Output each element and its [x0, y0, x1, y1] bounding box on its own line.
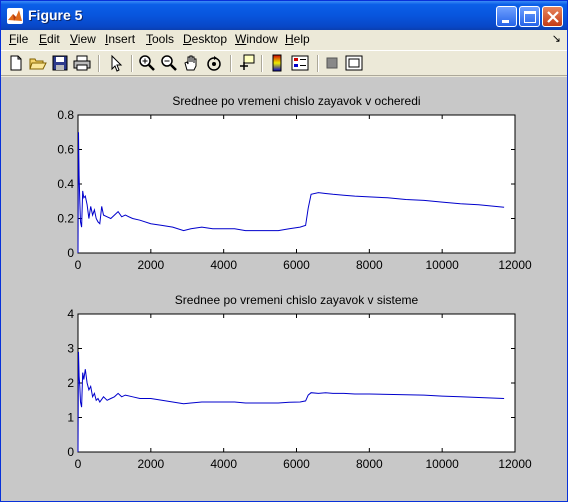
rotate-3d-icon[interactable]	[205, 54, 223, 72]
y-tick-label: 0.4	[57, 177, 74, 191]
colorbar-icon[interactable]	[268, 54, 286, 72]
y-tick-label: 0	[67, 445, 74, 459]
axes-1-box	[77, 114, 516, 254]
figure-toolbar	[1, 50, 567, 76]
y-tick-label: 0	[67, 246, 74, 260]
y-tick-label: 0.8	[57, 108, 74, 122]
print-icon[interactable]	[73, 54, 91, 72]
x-tick-label: 0	[75, 457, 82, 471]
menu-insert[interactable]: Insert	[105, 32, 135, 46]
close-icon	[547, 11, 559, 23]
x-tick-label: 8000	[356, 258, 383, 272]
menu-window[interactable]: Window	[235, 32, 278, 46]
figure-plots: Srednee po vremeni chislo zayavok v oche…	[57, 94, 532, 471]
menu-desktop[interactable]: Desktop	[183, 32, 227, 46]
window-title: Figure 5	[28, 7, 83, 23]
menu-file[interactable]: File	[9, 32, 28, 46]
toolbar-separator	[261, 55, 263, 72]
close-button[interactable]	[542, 6, 563, 27]
new-file-icon[interactable]	[7, 54, 25, 72]
data-cursor-icon[interactable]	[237, 54, 255, 72]
matlab-logo-icon	[7, 8, 23, 24]
minimize-button[interactable]	[496, 6, 517, 27]
chart-1-title: Srednee po vremeni chislo zayavok v oche…	[172, 94, 420, 108]
y-tick-label: 1	[67, 411, 74, 425]
hide-plot-tools-icon[interactable]	[323, 54, 341, 72]
y-tick-label: 2	[67, 376, 74, 390]
y-tick-label: 0.6	[57, 143, 74, 157]
y-tick-label: 4	[67, 307, 74, 321]
legend-icon[interactable]	[291, 54, 309, 72]
menu-bar: File Edit View Insert Tools Desktop Wind…	[1, 30, 567, 49]
menu-edit[interactable]: Edit	[39, 32, 60, 46]
y-tick-label: 3	[67, 342, 74, 356]
x-tick-label: 2000	[137, 258, 164, 272]
maximize-icon	[524, 11, 536, 23]
title-bar[interactable]: Figure 5	[1, 1, 567, 30]
chart-2-title: Srednee po vremeni chislo zayavok v sist…	[175, 293, 419, 307]
x-tick-label: 12000	[498, 457, 532, 471]
x-tick-label: 2000	[137, 457, 164, 471]
save-icon[interactable]	[51, 54, 69, 72]
minimize-icon	[502, 20, 509, 23]
axes-2-box	[77, 313, 516, 453]
x-tick-label: 6000	[283, 457, 310, 471]
open-folder-icon[interactable]	[29, 54, 47, 72]
zoom-in-icon[interactable]	[138, 54, 156, 72]
dock-arrow-icon[interactable]: ↘	[552, 32, 561, 45]
menu-view[interactable]: View	[70, 32, 96, 46]
x-tick-label: 10000	[425, 258, 459, 272]
figure-canvas: Srednee po vremeni chislo zayavok v oche…	[1, 77, 567, 501]
zoom-out-icon[interactable]	[160, 54, 178, 72]
x-tick-label: 12000	[498, 258, 532, 272]
x-tick-label: 4000	[210, 258, 237, 272]
figure-window: Figure 5 File Edit View Insert Tools Des…	[0, 0, 568, 502]
menu-help[interactable]: Help	[285, 32, 310, 46]
x-tick-label: 0	[75, 258, 82, 272]
y-tick-label: 0.2	[57, 212, 74, 226]
toolbar-separator	[317, 55, 319, 72]
pointer-icon[interactable]	[107, 54, 125, 72]
x-tick-label: 10000	[425, 457, 459, 471]
toolbar-separator	[98, 55, 100, 72]
show-plot-tools-icon[interactable]	[345, 54, 363, 72]
x-tick-label: 6000	[283, 258, 310, 272]
x-tick-label: 4000	[210, 457, 237, 471]
toolbar-separator	[230, 55, 232, 72]
pan-hand-icon[interactable]	[182, 54, 200, 72]
x-tick-label: 8000	[356, 457, 383, 471]
menu-tools[interactable]: Tools	[146, 32, 174, 46]
maximize-button[interactable]	[519, 6, 540, 27]
toolbar-separator	[131, 55, 133, 72]
